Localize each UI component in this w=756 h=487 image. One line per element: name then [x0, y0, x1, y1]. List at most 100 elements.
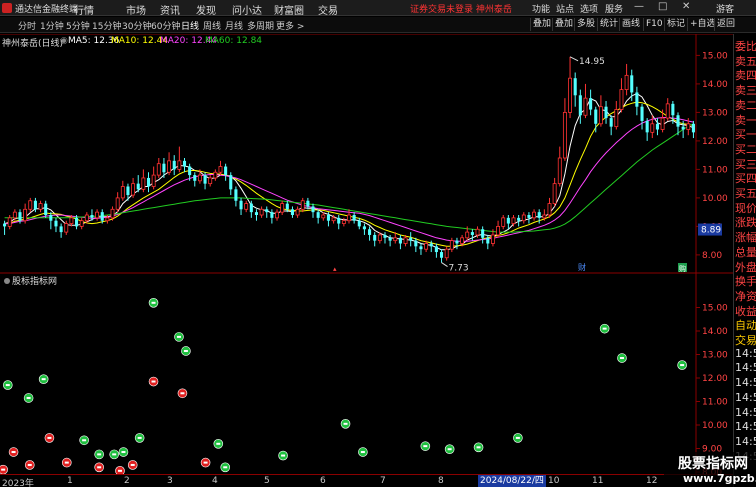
- period-more[interactable]: 更多 >: [276, 19, 304, 32]
- crosshair-date: 2024/08/22/四: [478, 475, 546, 487]
- candle-body: [424, 243, 429, 250]
- candle-body: [444, 248, 449, 259]
- buy-signal-glyph: [183, 349, 188, 352]
- indicator-dot-icon: [4, 278, 10, 284]
- candle-body: [578, 95, 582, 116]
- period-15min[interactable]: 15分钟: [92, 19, 121, 32]
- time-label: 10: [548, 476, 560, 486]
- menu-trade[interactable]: 交易: [318, 2, 338, 17]
- menu-options[interactable]: 选项: [580, 2, 598, 15]
- candle-body: [506, 217, 510, 224]
- buy-signal-glyph: [151, 301, 156, 304]
- tool-mark[interactable]: 标记: [664, 18, 687, 31]
- menu-quotes[interactable]: 行情: [74, 2, 94, 17]
- candle-body: [470, 232, 474, 235]
- tool-return[interactable]: 返回: [714, 18, 737, 31]
- buy-signal-glyph: [97, 453, 102, 456]
- high-label: 14.95: [579, 57, 605, 67]
- candle-body: [331, 217, 336, 222]
- menu-news[interactable]: 资讯: [160, 2, 180, 17]
- y-tick-label: 14.00: [702, 80, 728, 90]
- login-notice[interactable]: 证券交易未登录 神州泰岳: [410, 2, 512, 15]
- tool-statistics[interactable]: 统计: [597, 18, 620, 31]
- kline-chart[interactable]: 15.0014.0013.0012.0011.0010.009.008.008.…: [0, 34, 733, 474]
- small-marker: ▴: [333, 265, 337, 273]
- period-daily[interactable]: 日线: [181, 19, 199, 32]
- menu-discover[interactable]: 发现: [196, 2, 216, 17]
- tool-multi-stock[interactable]: 多股: [574, 18, 597, 31]
- candle-body: [481, 229, 485, 238]
- menu-function[interactable]: 功能: [532, 2, 550, 15]
- menu-site[interactable]: 站点: [556, 2, 574, 15]
- candle-body: [486, 237, 490, 244]
- candle-body: [347, 214, 351, 222]
- minimize-button[interactable]: —: [634, 1, 644, 12]
- candle-body: [79, 220, 84, 227]
- time-label: 4: [212, 476, 218, 486]
- candle-body: [254, 212, 259, 215]
- candle-body: [54, 220, 58, 227]
- sub-y-tick-label: 14.00: [702, 327, 728, 337]
- candle-body: [193, 175, 197, 181]
- sell-signal-glyph: [97, 466, 102, 469]
- candle-body: [74, 217, 79, 227]
- sell-signal-glyph: [11, 451, 16, 454]
- candle-body: [373, 234, 377, 241]
- period-5min[interactable]: 5分钟: [66, 19, 90, 32]
- candle-body: [12, 211, 17, 219]
- candle-body: [573, 78, 577, 96]
- quote-label: 收益: [735, 304, 756, 318]
- buy-signal-glyph: [343, 422, 348, 425]
- quote-panel[interactable]: 委比 卖五 卖四 卖三 卖二 卖一 买一 买二 买三 买四 买五 现价 涨跌 涨幅 总量 外盘 换手 净资 收益 自动…: [733, 34, 756, 487]
- candle-body: [362, 226, 366, 230]
- candle-body: [239, 200, 243, 210]
- tool-f10[interactable]: F10: [643, 18, 665, 31]
- buy-signal-glyph: [423, 445, 428, 448]
- menu-market[interactable]: 市场: [126, 2, 146, 17]
- period-30min[interactable]: 30分钟: [122, 19, 151, 32]
- guest-user[interactable]: 游客: [716, 2, 734, 15]
- candle-body: [295, 208, 300, 216]
- maximize-button[interactable]: □: [658, 1, 667, 12]
- time-label: 2023年: [2, 479, 34, 487]
- candle-body: [120, 186, 125, 199]
- period-multi[interactable]: 多周期: [247, 19, 274, 32]
- candle-body: [398, 237, 402, 244]
- buy-signal-glyph: [680, 364, 685, 367]
- period-weekly[interactable]: 周线: [203, 19, 221, 32]
- quote-label: 14:50: [735, 390, 756, 404]
- period-1min[interactable]: 1分钟: [40, 19, 64, 32]
- candle-body: [681, 126, 685, 130]
- sell-signal-glyph: [117, 469, 122, 472]
- candle-body: [624, 74, 629, 90]
- candle-body: [249, 203, 253, 213]
- close-button[interactable]: ✕: [682, 1, 690, 12]
- quote-label: 买一: [735, 128, 756, 142]
- candle-body: [167, 160, 172, 173]
- watermark-url: www.7gpzb.com: [683, 472, 756, 485]
- sub-y-tick-label: 10.00: [702, 421, 728, 431]
- menu-wenxiaoda[interactable]: 问小达: [232, 2, 262, 17]
- menu-service[interactable]: 服务: [605, 2, 623, 15]
- tool-draw-line[interactable]: 画线: [619, 18, 642, 31]
- menu-wealth-circle[interactable]: 财富圈: [274, 2, 304, 17]
- sell-signal-glyph: [27, 463, 32, 466]
- tool-overlay[interactable]: 叠加: [530, 18, 553, 31]
- period-timeshare[interactable]: 分时: [18, 19, 36, 32]
- period-60min[interactable]: 60分钟: [151, 19, 180, 32]
- tool-add-watchlist[interactable]: +自选: [687, 18, 718, 31]
- sell-signal-glyph: [203, 461, 208, 464]
- candle-body: [619, 89, 624, 110]
- period-monthly[interactable]: 月线: [225, 19, 243, 32]
- candle-body: [208, 177, 213, 185]
- candle-body: [650, 123, 655, 133]
- candle-body: [352, 215, 356, 221]
- quote-label: 净资: [735, 289, 756, 303]
- tool-overlay-2[interactable]: 叠加: [552, 18, 575, 31]
- candle-body: [409, 237, 413, 241]
- buy-signal-glyph: [137, 436, 142, 439]
- candle-body: [177, 160, 182, 170]
- quote-label: 卖一: [735, 113, 756, 127]
- candle-body: [38, 203, 43, 210]
- sell-signal-glyph: [64, 461, 69, 464]
